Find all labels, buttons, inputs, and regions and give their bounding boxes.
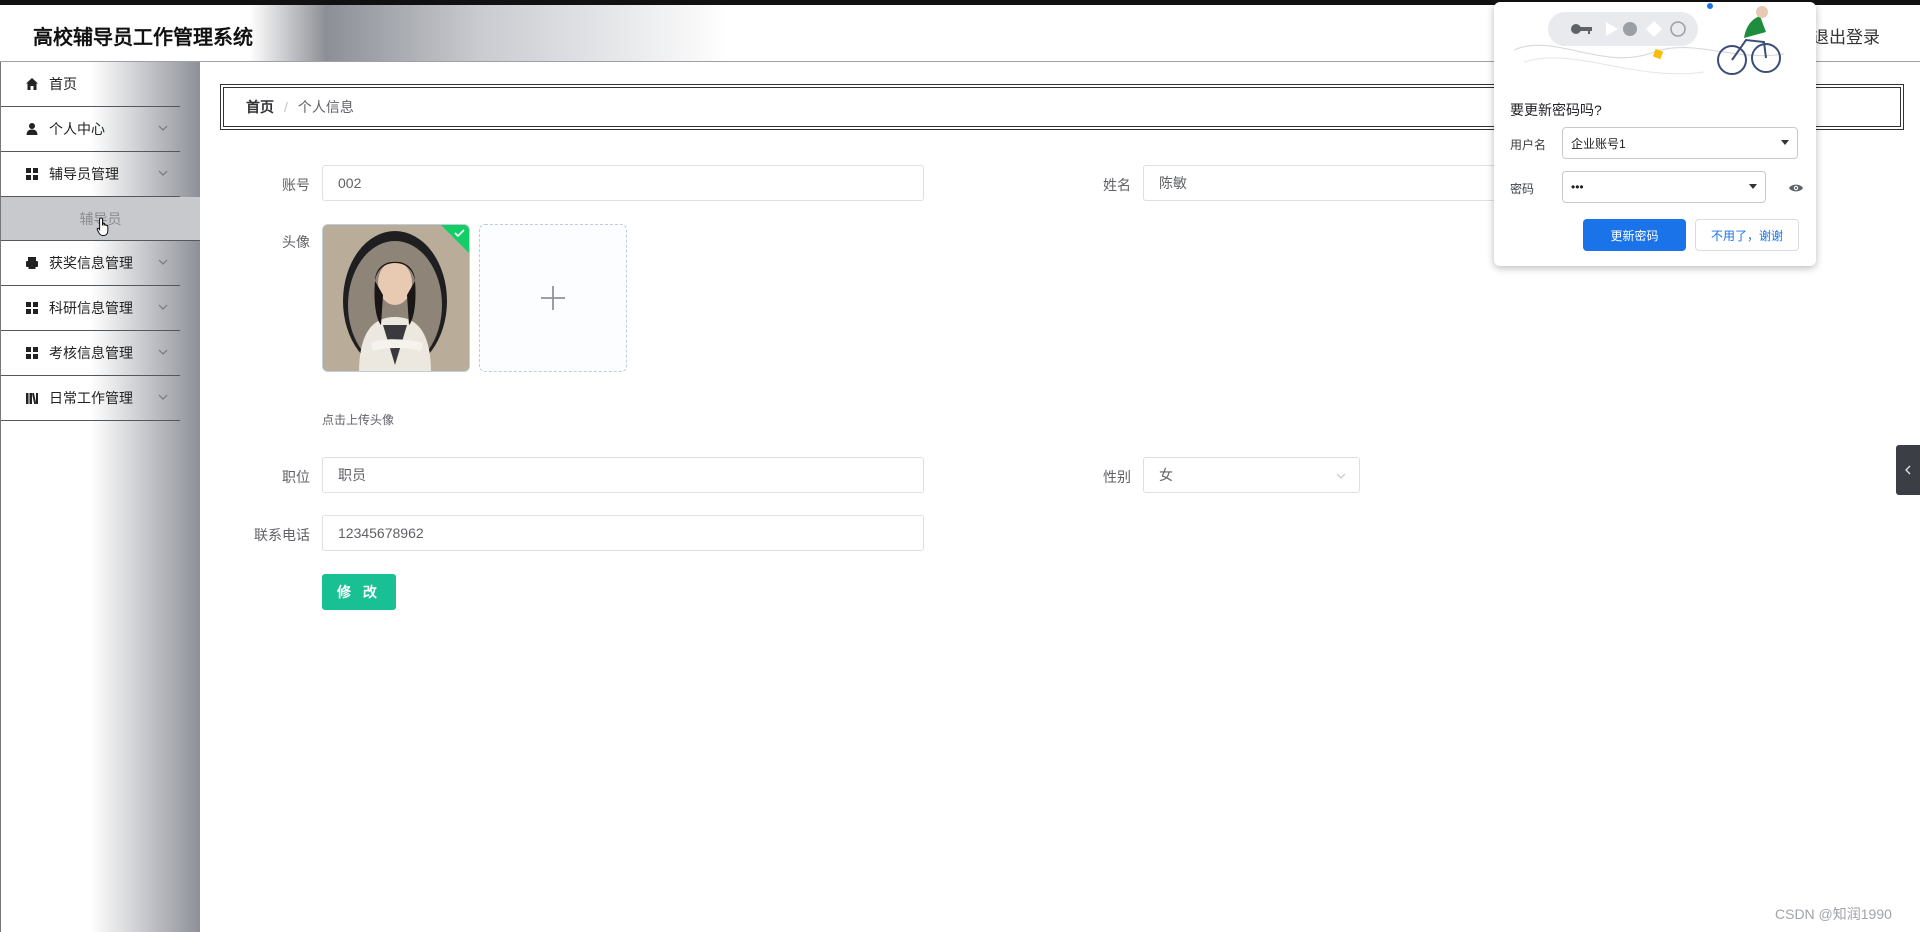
logout-link[interactable]: 退出登录	[1812, 23, 1880, 48]
chevron-down-icon	[158, 304, 168, 310]
library-icon	[26, 392, 38, 405]
eye-icon[interactable]	[1788, 182, 1804, 194]
update-password-button[interactable]: 更新密码	[1583, 219, 1686, 251]
password-update-popup: 要更新密码吗? 用户名 企业账号1 密码 ••• 更新密码 不用了，谢谢	[1494, 2, 1816, 266]
sidebar-item-daily-work-management[interactable]: 日常工作管理	[1, 376, 180, 421]
gender-value: 女	[1159, 467, 1173, 483]
sidebar-item-label: 日常工作管理	[49, 390, 133, 406]
phone-value: 12345678962	[338, 525, 424, 541]
sidebar-item-label: 考核信息管理	[49, 345, 133, 361]
username-select[interactable]: 企业账号1	[1562, 127, 1798, 159]
sidebar-item-label: 辅导员管理	[49, 166, 119, 182]
submit-button[interactable]: 修 改	[322, 574, 396, 610]
sidebar-item-label: 科研信息管理	[49, 300, 133, 316]
account-input[interactable]: 002	[322, 165, 924, 201]
position-input[interactable]: 职员	[322, 457, 924, 493]
breadcrumb-home[interactable]: 首页	[246, 97, 274, 117]
password-popup-title: 要更新密码吗?	[1510, 102, 1602, 118]
username-value: 企业账号1	[1571, 136, 1626, 151]
account-value: 002	[338, 175, 362, 191]
sidebar-item-counselor-management[interactable]: 辅导员管理	[1, 152, 180, 197]
chevron-down-icon	[158, 170, 168, 176]
sidebar: 首页 个人中心 辅导员管理 辅导员 获奖信息管理 科研信息管理 考核信息管理 日…	[0, 62, 200, 932]
name-label: 姓名	[1103, 177, 1131, 193]
name-input[interactable]: 陈敏	[1143, 165, 1495, 201]
position-label: 职位	[282, 469, 310, 485]
avatar-upload-hint: 点击上传头像	[322, 413, 395, 427]
plus-icon	[541, 286, 565, 310]
watermark: CSDN @知润1990	[1775, 906, 1892, 922]
chevron-down-icon	[158, 125, 168, 131]
sidebar-item-assessment-management[interactable]: 考核信息管理	[1, 331, 180, 376]
chevron-down-icon	[158, 349, 168, 355]
chevron-down-icon	[158, 394, 168, 400]
user-icon	[26, 123, 38, 135]
caret-down-icon	[1749, 184, 1757, 189]
password-select[interactable]: •••	[1562, 171, 1766, 203]
avatar-upload-button[interactable]	[479, 224, 627, 372]
breadcrumb-separator: /	[284, 99, 288, 115]
chevron-down-icon	[158, 259, 168, 265]
sidebar-item-label: 个人中心	[49, 121, 105, 137]
gender-select[interactable]: 女	[1143, 457, 1360, 493]
home-icon	[26, 78, 38, 90]
chevron-down-icon	[1336, 473, 1346, 479]
sidebar-item-research-management[interactable]: 科研信息管理	[1, 286, 180, 331]
side-panel-toggle[interactable]	[1896, 445, 1920, 495]
position-value: 职员	[338, 467, 366, 483]
grid-icon	[26, 168, 38, 180]
hand-cursor-icon	[96, 217, 109, 236]
sidebar-item-award-management[interactable]: 获奖信息管理	[1, 241, 180, 286]
grid-icon	[26, 302, 38, 314]
printer-icon	[26, 257, 38, 269]
sidebar-item-profile[interactable]: 个人中心	[1, 107, 180, 152]
password-value: •••	[1571, 180, 1584, 194]
avatar-label: 头像	[282, 234, 310, 250]
sidebar-item-label: 首页	[49, 76, 77, 92]
upload-success-check-icon	[441, 225, 469, 253]
phone-input[interactable]: 12345678962	[322, 515, 924, 551]
password-illustration	[1514, 3, 1784, 75]
sidebar-subitem-counselor[interactable]: 辅导员	[1, 197, 200, 241]
caret-down-icon	[1781, 140, 1789, 145]
sidebar-item-label: 获奖信息管理	[49, 255, 133, 271]
sidebar-item-home[interactable]: 首页	[1, 62, 180, 107]
chevron-left-icon	[1905, 465, 1911, 475]
app-title: 高校辅导员工作管理系统	[33, 27, 253, 49]
decline-password-button[interactable]: 不用了，谢谢	[1695, 219, 1799, 251]
phone-label: 联系电话	[254, 527, 310, 543]
password-label: 密码	[1510, 182, 1535, 196]
avatar-image[interactable]	[322, 224, 470, 372]
name-value: 陈敏	[1159, 175, 1187, 191]
grid-icon	[26, 347, 38, 359]
gender-label: 性别	[1103, 469, 1131, 485]
breadcrumb-current: 个人信息	[297, 99, 354, 115]
username-label: 用户名	[1510, 138, 1547, 152]
account-label: 账号	[282, 177, 310, 193]
